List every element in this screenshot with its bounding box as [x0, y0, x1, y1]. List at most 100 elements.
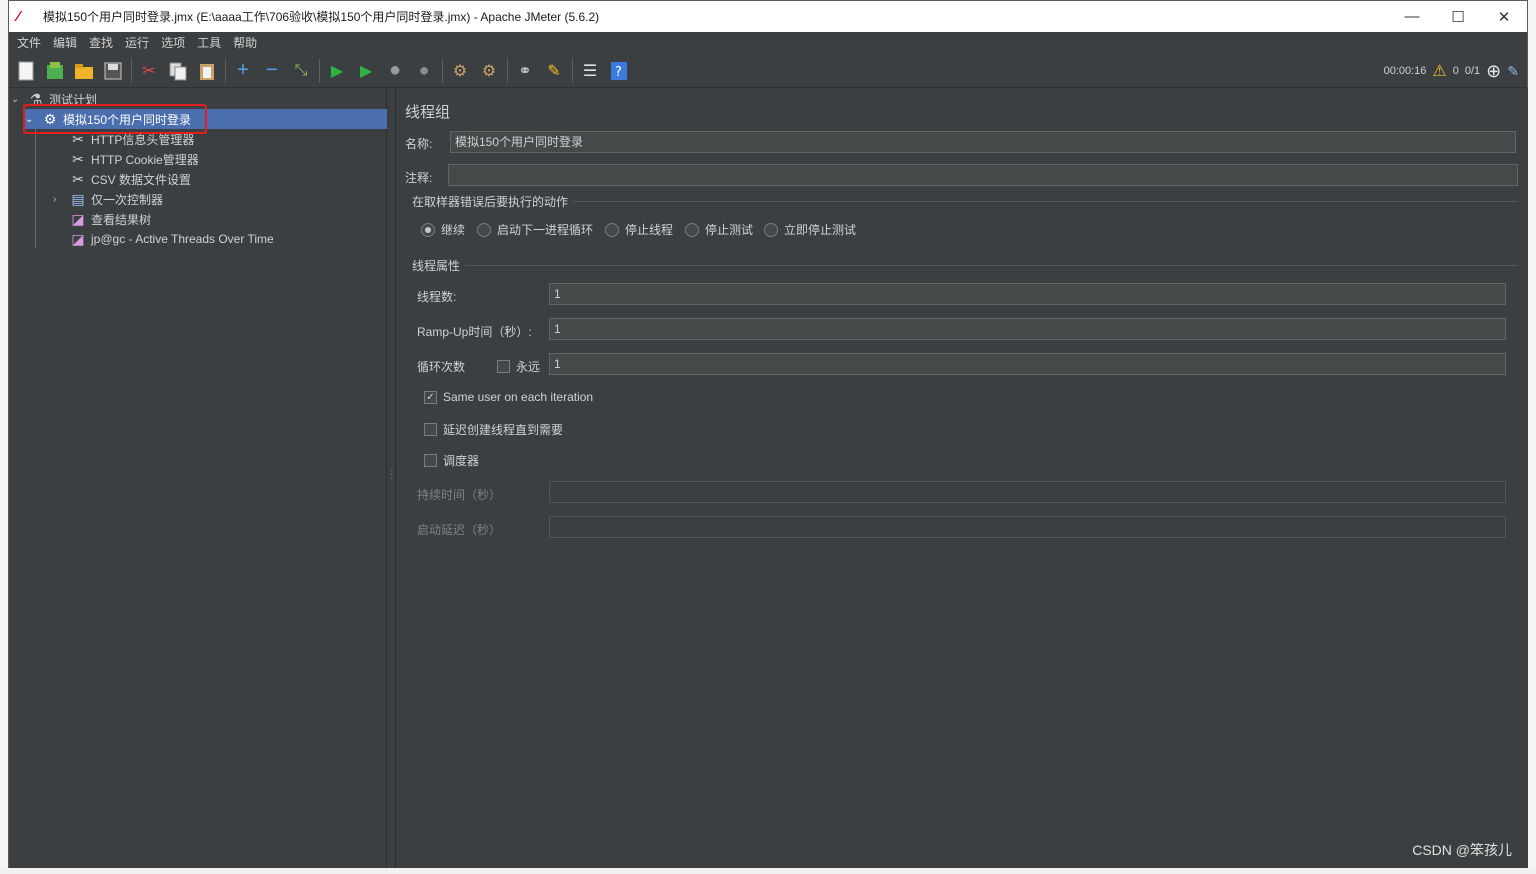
threads-field[interactable]: 1 [549, 283, 1506, 305]
controller-icon: ▤ [71, 190, 85, 207]
toolbar: ✂ + − ⤡ ▶ ▶ ● ● ⚙ ⚙ ⚭ ✎ ☰ ? 00:00:16 ⚠ 0… [9, 54, 1527, 88]
search-binoculars-icon[interactable]: ⚭ [514, 60, 536, 82]
delay-thread-creation-checkbox[interactable]: 延迟创建线程直到需要 [424, 421, 563, 438]
tree-node-once-only-controller[interactable]: › ▤ 仅一次控制器 [53, 189, 163, 209]
collapse-all-icon[interactable]: − [261, 59, 283, 82]
clear-all-icon[interactable]: ⚙ [478, 60, 500, 82]
toolbar-status: 00:00:16 ⚠ 0 0/1 ⊕ ✎ [1384, 54, 1519, 88]
startup-delay-field[interactable] [549, 516, 1506, 538]
menu-tools[interactable]: 工具 [191, 32, 227, 54]
templates-icon[interactable] [44, 60, 66, 82]
menu-help[interactable]: 帮助 [227, 32, 263, 54]
paste-icon[interactable] [196, 60, 218, 82]
forever-checkbox[interactable]: 永远 [497, 358, 540, 375]
toolbar-separator [507, 58, 508, 83]
thread-props-section-title: 线程属性 [412, 259, 461, 273]
new-icon[interactable] [15, 60, 37, 82]
copy-icon[interactable] [167, 60, 189, 82]
expand-arrow-icon[interactable]: › [53, 194, 65, 205]
checkmark-icon: ✓ [424, 390, 437, 404]
collapse-arrow-icon[interactable]: ⌄ [11, 94, 23, 105]
checkbox-box [424, 423, 437, 436]
minimize-button[interactable]: — [1389, 1, 1435, 32]
menu-options[interactable]: 选项 [155, 32, 191, 54]
tree-node-label: 查看结果树 [91, 212, 152, 227]
threads-label: 线程数: [417, 290, 457, 304]
panel-title: 线程组 [405, 104, 451, 121]
name-field[interactable]: 模拟150个用户同时登录 [450, 131, 1516, 153]
radio-dot [421, 222, 435, 237]
menu-file[interactable]: 文件 [11, 32, 47, 54]
thread-group-gear-icon: ⚙ [43, 110, 57, 127]
clear-icon[interactable]: ⚙ [449, 60, 471, 82]
tree-node-label: 模拟150个用户同时登录 [63, 112, 192, 127]
comment-field[interactable] [448, 164, 1518, 186]
tree-node-label: HTTP Cookie管理器 [91, 152, 199, 167]
loop-count-field[interactable]: 1 [549, 353, 1506, 375]
tree-node-label: 仅一次控制器 [91, 192, 164, 207]
start-icon[interactable]: ▶ [326, 60, 348, 82]
name-label: 名称: [405, 137, 433, 151]
toolbar-separator [131, 58, 132, 83]
tree-node-active-threads-over-time[interactable]: ◪ jp@gc - Active Threads Over Time [69, 229, 273, 249]
radio-stop-thread[interactable]: 停止线程 [605, 221, 673, 238]
close-button[interactable]: ✕ [1481, 1, 1527, 32]
comment-label: 注释: [405, 171, 433, 185]
window-controls: — ☐ ✕ [1389, 1, 1527, 32]
collapse-arrow-icon[interactable]: ⌄ [25, 114, 37, 125]
reset-search-icon[interactable]: ✎ [543, 60, 565, 82]
help-icon[interactable]: ? [608, 60, 630, 82]
radio-dot [685, 222, 699, 237]
radio-start-next-loop[interactable]: 启动下一进程循环 [477, 221, 593, 238]
rampup-field[interactable]: 1 [549, 318, 1506, 340]
svg-text:?: ? [615, 65, 622, 80]
expand-all-icon[interactable]: + [232, 59, 254, 82]
save-icon[interactable] [102, 60, 124, 82]
radio-label: 继续 [441, 223, 466, 237]
open-icon[interactable] [73, 60, 95, 82]
radio-dot [764, 222, 778, 237]
split-pane-divider[interactable]: · · · [388, 89, 396, 868]
warning-count: 0 [1452, 65, 1459, 77]
menu-edit[interactable]: 编辑 [47, 32, 83, 54]
remote-globe-icon[interactable]: ⊕ [1486, 61, 1501, 82]
toolbar-separator [572, 58, 573, 83]
cut-icon[interactable]: ✂ [138, 60, 160, 82]
warning-icon[interactable]: ⚠ [1432, 61, 1446, 81]
maximize-button[interactable]: ☐ [1435, 1, 1481, 32]
toolbar-separator [225, 58, 226, 83]
tree-node-csv-data-set[interactable]: ✂ CSV 数据文件设置 [69, 169, 191, 189]
radio-continue[interactable]: 继续 [421, 221, 465, 238]
tree-node-thread-group[interactable]: ⌄ ⚙ 模拟150个用户同时登录 [25, 109, 387, 129]
window-title: 模拟150个用户同时登录.jmx (E:\aaaa工作\706验收\模拟150个… [43, 10, 600, 24]
duration-field[interactable] [549, 481, 1506, 503]
menu-search[interactable]: 查找 [83, 32, 119, 54]
listener-chart-icon: ◪ [71, 210, 85, 227]
stop-icon[interactable]: ● [384, 59, 406, 82]
toolbar-separator [319, 58, 320, 83]
duration-label: 持续时间（秒） [417, 488, 502, 502]
start-no-pauses-icon[interactable]: ▶ [355, 60, 377, 82]
tree-node-test-plan[interactable]: ⌄ ⚗ 测试计划 [11, 89, 387, 109]
same-user-checkbox[interactable]: ✓ Same user on each iteration [424, 390, 593, 404]
active-threads-count: 0/1 [1464, 65, 1481, 77]
shutdown-icon[interactable]: ● [413, 60, 435, 82]
rampup-label: Ramp-Up时间（秒）: [417, 325, 532, 339]
radio-stop-test[interactable]: 停止测试 [685, 221, 753, 238]
log-viewer-icon[interactable]: ✎ [1507, 63, 1519, 80]
radio-stop-test-now[interactable]: 立即停止测试 [764, 221, 856, 238]
checkbox-box [424, 454, 437, 467]
menu-run[interactable]: 运行 [119, 32, 155, 54]
tree-node-http-cookie-manager[interactable]: ✂ HTTP Cookie管理器 [69, 149, 199, 169]
tree-node-http-header-manager[interactable]: ✂ HTTP信息头管理器 [69, 129, 194, 149]
function-helper-icon[interactable]: ☰ [579, 60, 601, 82]
radio-label: 启动下一进程循环 [497, 223, 594, 237]
background-edge-bottom [0, 868, 1536, 874]
toggle-icon[interactable]: ⤡ [290, 60, 312, 82]
scheduler-checkbox[interactable]: 调度器 [424, 452, 479, 469]
jmeter-window: ⁄ 模拟150个用户同时登录.jmx (E:\aaaa工作\706验收\模拟15… [8, 0, 1528, 868]
checkbox-label: 永远 [516, 360, 541, 374]
tree-node-view-results-tree[interactable]: ◪ 查看结果树 [69, 209, 151, 229]
radio-label: 立即停止测试 [784, 223, 857, 237]
config-tools-icon: ✂ [72, 150, 84, 167]
